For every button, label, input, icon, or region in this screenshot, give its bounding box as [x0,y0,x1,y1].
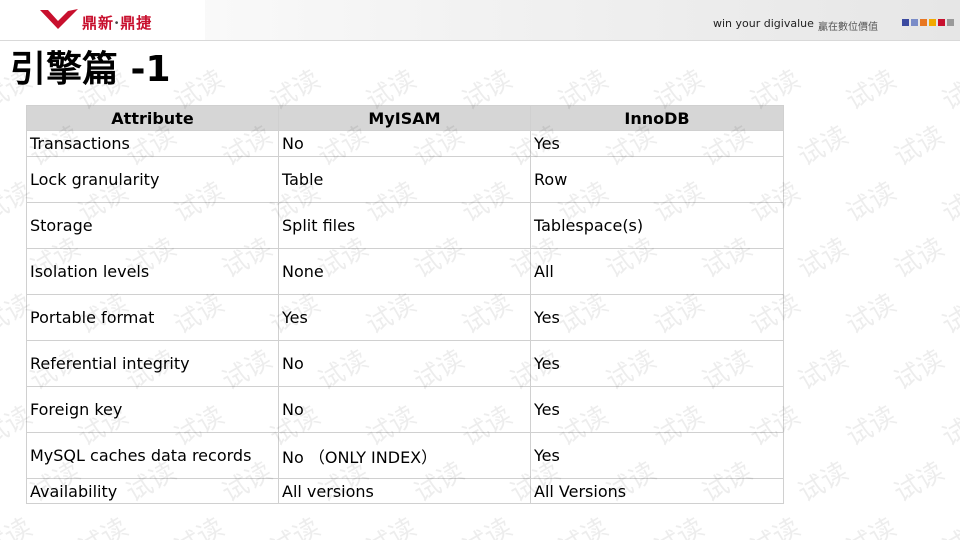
header-bar: 鼎新·鼎捷 win your digivalue 贏在數位價值 [0,0,960,41]
watermark-text: 试读 [841,400,902,453]
watermark-text: 试读 [937,288,960,341]
logo: 鼎新·鼎捷 [0,0,205,40]
table-row: Referential integrity No Yes [26,340,784,387]
header-myisam: MyISAM [278,105,531,131]
attribute-cell: Referential integrity [26,340,279,387]
watermark-text: 试读 [745,512,806,540]
watermark-text: 试读 [169,512,230,540]
attribute-cell: Storage [26,202,279,249]
watermark-text: 试读 [793,344,854,397]
watermark-text: 试读 [265,512,326,540]
myisam-cell: No （ONLY INDEX） [278,432,531,479]
myisam-cell: No [278,130,531,157]
slogan: win your digivalue [713,17,814,30]
innodb-cell: All Versions [530,478,784,504]
watermark-text: 试读 [841,176,902,229]
innodb-cell: Yes [530,386,784,433]
table-row: Storage Split files Tablespace(s) [26,202,784,249]
watermark-text: 试读 [793,120,854,173]
watermark-text: 试读 [793,232,854,285]
innodb-cell: Yes [530,340,784,387]
watermark-text: 试读 [841,64,902,117]
attribute-cell: Portable format [26,294,279,341]
watermark-text: 试读 [361,512,422,540]
myisam-cell: No [278,340,531,387]
watermark-text: 试读 [793,456,854,509]
color-squares [902,19,954,26]
watermark-text: 试读 [841,512,902,540]
innodb-cell: Yes [530,130,784,157]
header-innodb: InnoDB [530,105,784,131]
myisam-cell: All versions [278,478,531,504]
logo-icon [40,9,78,29]
attribute-cell: Transactions [26,130,279,157]
innodb-cell: Yes [530,432,784,479]
color-square [911,19,918,26]
table-row: Lock granularity Table Row [26,156,784,203]
logo-text: 鼎新·鼎捷 [82,14,153,32]
attribute-cell: Lock granularity [26,156,279,203]
innodb-cell: Row [530,156,784,203]
attribute-cell: Foreign key [26,386,279,433]
attribute-cell: MySQL caches data records [26,432,279,479]
myisam-cell: No [278,386,531,433]
watermark-text: 试读 [937,400,960,453]
watermark-text: 试读 [457,512,518,540]
innodb-cell: Tablespace(s) [530,202,784,249]
watermark-text: 试读 [889,232,950,285]
watermark-text: 试读 [889,456,950,509]
color-square [929,19,936,26]
table-row: Portable format Yes Yes [26,294,784,341]
table-row: Transactions No Yes [26,130,784,157]
header-attribute: Attribute [26,105,279,131]
watermark-text: 试读 [889,344,950,397]
myisam-cell: None [278,248,531,295]
table-row: Availability All versions All Versions [26,478,784,504]
color-square [902,19,909,26]
watermark-text: 试读 [889,120,950,173]
attribute-cell: Isolation levels [26,248,279,295]
color-square [920,19,927,26]
watermark-text: 试读 [0,512,38,540]
watermark-text: 试读 [937,176,960,229]
watermark-text: 试读 [841,288,902,341]
innodb-cell: All [530,248,784,295]
color-square [947,19,954,26]
table-row: Isolation levels None All [26,248,784,295]
slide-title: 引擎篇 -1 [10,49,171,90]
table-row: MySQL caches data records No （ONLY INDEX… [26,432,784,479]
color-square [938,19,945,26]
watermark-text: 试读 [937,64,960,117]
watermark-text: 试读 [73,512,134,540]
watermark-text: 试读 [553,512,614,540]
watermark-text: 试读 [649,512,710,540]
table-header-row: Attribute MyISAM InnoDB [26,105,784,131]
slogan-chinese: 贏在數位價值 [818,22,878,33]
attribute-cell: Availability [26,478,279,504]
myisam-cell: Yes [278,294,531,341]
table-row: Foreign key No Yes [26,386,784,433]
myisam-cell: Table [278,156,531,203]
engine-comparison-table: Attribute MyISAM InnoDB Transactions No … [26,105,784,504]
watermark-text: 试读 [937,512,960,540]
myisam-cell: Split files [278,202,531,249]
innodb-cell: Yes [530,294,784,341]
